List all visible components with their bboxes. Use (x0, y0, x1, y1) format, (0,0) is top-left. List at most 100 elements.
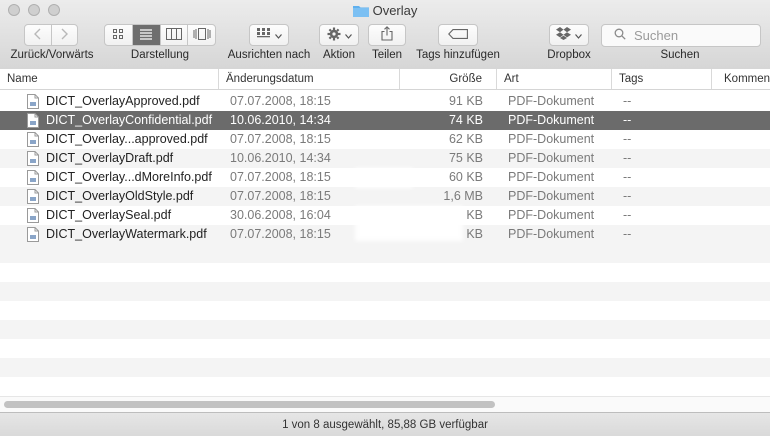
arrange-grid-icon (256, 28, 271, 42)
file-tags: -- (623, 170, 632, 184)
folder-icon (352, 4, 369, 20)
table-row[interactable]: DICT_Overlay...approved.pdf 07.07.2008, … (0, 130, 770, 149)
file-tags: -- (623, 151, 632, 165)
view-label: Darstellung (130, 49, 190, 61)
add-tags-button[interactable] (438, 24, 478, 46)
file-tags: -- (623, 227, 632, 241)
column-tags[interactable]: Tags (612, 69, 712, 89)
table-row[interactable]: DICT_OverlayApproved.pdf 07.07.2008, 18:… (0, 92, 770, 111)
icon-view-icon (112, 28, 124, 43)
file-name: DICT_OverlayWatermark.pdf (46, 227, 207, 241)
column-header: Name Änderungsdatum Größe Art Tags Komme… (0, 69, 770, 90)
search-field[interactable] (601, 24, 761, 47)
file-name: DICT_Overlay...dMoreInfo.pdf (46, 170, 212, 184)
column-kind[interactable]: Art (497, 69, 612, 89)
arrange-label: Ausrichten nach (227, 49, 311, 61)
file-date: 07.07.2008, 18:15 (230, 132, 331, 146)
view-list-button[interactable] (132, 25, 161, 45)
table-row[interactable]: DICT_OverlayOldStyle.pdf 07.07.2008, 18:… (0, 187, 770, 206)
view-columns-button[interactable] (161, 25, 189, 45)
dropbox-button[interactable] (549, 24, 589, 46)
view-coverflow-button[interactable] (188, 25, 215, 45)
chevron-right-icon (60, 28, 69, 43)
file-tags: -- (623, 189, 632, 203)
chevron-down-icon (344, 28, 352, 42)
dropbox-label: Dropbox (547, 49, 591, 61)
file-name: DICT_OverlayApproved.pdf (46, 94, 200, 108)
file-kind: PDF-Dokument (508, 132, 595, 146)
nav-segment (24, 24, 78, 46)
list-view-icon (139, 28, 153, 43)
table-row[interactable]: DICT_OverlayConfidential.pdf 10.06.2010,… (0, 111, 770, 130)
file-size: 91 KB (448, 94, 483, 108)
file-size: 1,6 MB (443, 189, 483, 203)
file-size: 74 KB (448, 113, 483, 127)
search-input[interactable] (632, 27, 746, 44)
window-title: Overlay (0, 3, 770, 20)
file-size: 62 KB (448, 132, 483, 146)
action-button[interactable] (319, 24, 359, 46)
file-size: 75 KB (448, 151, 483, 165)
view-icons-button[interactable] (105, 25, 133, 45)
coverflow-view-icon (193, 27, 211, 43)
status-bar: 1 von 8 ausgewählt, 85,88 GB verfügbar (0, 412, 770, 436)
file-kind: PDF-Dokument (508, 227, 595, 241)
file-name: DICT_OverlayDraft.pdf (46, 151, 174, 165)
file-date: 07.07.2008, 18:15 (230, 189, 331, 203)
obscured-region (355, 206, 463, 241)
file-name: DICT_OverlayConfidential.pdf (46, 113, 213, 127)
file-tags: -- (623, 132, 632, 146)
pdf-file-icon (27, 170, 39, 185)
arrange-button[interactable] (249, 24, 289, 46)
empty-row (0, 244, 770, 263)
empty-row (0, 320, 770, 339)
view-segment (104, 24, 216, 46)
tag-icon (448, 28, 468, 42)
scrollbar-thumb[interactable] (4, 401, 495, 408)
action-label: Aktion (323, 49, 355, 61)
column-date[interactable]: Änderungsdatum (219, 69, 400, 89)
file-kind: PDF-Dokument (508, 189, 595, 203)
column-comments[interactable]: Komment (712, 69, 770, 89)
chevron-left-icon (33, 28, 42, 43)
file-kind: PDF-Dokument (508, 170, 595, 184)
file-name: DICT_OverlayOldStyle.pdf (46, 189, 194, 203)
pdf-file-icon (27, 113, 39, 128)
file-kind: PDF-Dokument (508, 151, 595, 165)
pdf-file-icon (27, 227, 39, 242)
file-date: 07.07.2008, 18:15 (230, 94, 331, 108)
search-label: Suchen (660, 49, 700, 61)
column-size[interactable]: Größe (400, 69, 497, 89)
share-label: Teilen (371, 49, 403, 61)
file-kind: PDF-Dokument (508, 94, 595, 108)
empty-row (0, 282, 770, 301)
file-date: 10.06.2010, 14:34 (230, 151, 331, 165)
file-tags: -- (623, 94, 632, 108)
forward-button[interactable] (52, 25, 78, 45)
share-button[interactable] (368, 24, 406, 46)
chevron-down-icon (575, 28, 582, 42)
file-name: DICT_OverlaySeal.pdf (46, 208, 172, 222)
column-view-icon (165, 27, 182, 43)
gear-icon (327, 27, 341, 44)
obscured-region (355, 168, 413, 188)
file-kind: PDF-Dokument (508, 113, 595, 127)
column-name[interactable]: Name (0, 69, 219, 89)
pdf-file-icon (27, 189, 39, 204)
file-name: DICT_Overlay...approved.pdf (46, 132, 208, 146)
nav-label: Zurück/Vorwärts (10, 49, 94, 61)
back-button[interactable] (25, 25, 52, 45)
empty-row (0, 358, 770, 377)
dropbox-icon (556, 27, 571, 43)
pdf-file-icon (27, 151, 39, 166)
table-row[interactable]: DICT_OverlayDraft.pdf 10.06.2010, 14:34 … (0, 149, 770, 168)
tags-label: Tags hinzufügen (416, 49, 500, 61)
finder-window: Overlay Zurück/Vorwärts Darstellung Ausr… (0, 0, 770, 436)
share-icon (381, 26, 393, 44)
file-tags: -- (623, 208, 632, 222)
toolbar: Overlay Zurück/Vorwärts Darstellung Ausr… (0, 0, 770, 70)
file-date: 10.06.2010, 14:34 (230, 113, 331, 127)
horizontal-scrollbar[interactable] (0, 396, 770, 413)
pdf-file-icon (27, 132, 39, 147)
search-icon (614, 28, 626, 43)
